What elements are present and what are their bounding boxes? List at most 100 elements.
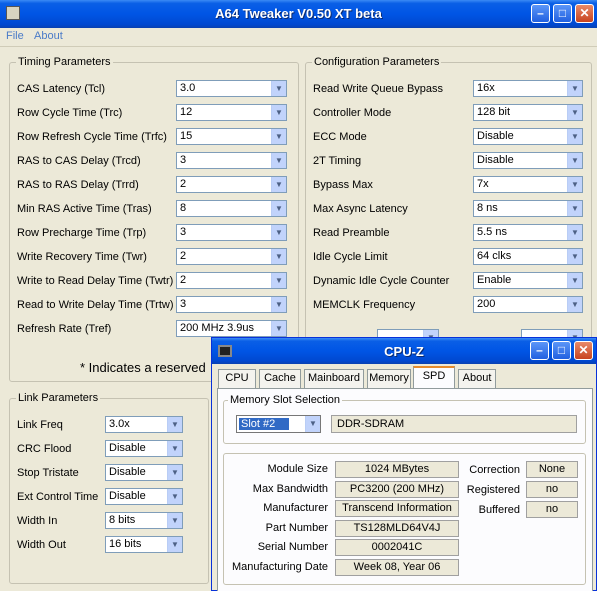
timing-select[interactable]: 15 ▼ bbox=[176, 128, 287, 145]
link-select[interactable]: 3.0x ▼ bbox=[105, 416, 183, 433]
timing-select-value: 200 MHz 3.9us bbox=[180, 322, 254, 334]
chevron-down-icon: ▼ bbox=[305, 416, 320, 432]
timing-select[interactable]: 2 ▼ bbox=[176, 272, 287, 289]
tab-about[interactable]: About bbox=[458, 369, 496, 388]
chevron-down-icon: ▼ bbox=[271, 177, 286, 192]
cpuz-minimize-button[interactable]: – bbox=[530, 341, 549, 360]
config-select[interactable]: Disable ▼ bbox=[473, 152, 583, 169]
chevron-down-icon: ▼ bbox=[567, 81, 582, 96]
chevron-down-icon: ▼ bbox=[271, 129, 286, 144]
chevron-down-icon: ▼ bbox=[271, 225, 286, 240]
tab-cpu[interactable]: CPU bbox=[218, 369, 256, 388]
chevron-down-icon: ▼ bbox=[271, 105, 286, 120]
config-select-value: 128 bit bbox=[477, 106, 511, 118]
timing-select[interactable]: 3 ▼ bbox=[176, 152, 287, 169]
timing-label: Write Recovery Time (Twr) bbox=[17, 251, 147, 263]
timing-select[interactable]: 3 ▼ bbox=[176, 296, 287, 313]
link-label: Width Out bbox=[17, 539, 66, 551]
config-select-value: 7x bbox=[477, 178, 489, 190]
link-parameters-legend: Link Parameters bbox=[16, 392, 101, 404]
spd-field-label: Max Bandwidth bbox=[252, 482, 328, 495]
tab-cache[interactable]: Cache bbox=[259, 369, 301, 388]
spd-field-value: PC3200 (200 MHz) bbox=[335, 480, 459, 498]
link-select[interactable]: Disable ▼ bbox=[105, 440, 183, 457]
timing-parameters-legend: Timing Parameters bbox=[16, 56, 113, 68]
chevron-down-icon: ▼ bbox=[167, 537, 182, 552]
config-select[interactable]: Enable ▼ bbox=[473, 272, 583, 289]
config-select[interactable]: 8 ns ▼ bbox=[473, 200, 583, 217]
timing-select[interactable]: 3 ▼ bbox=[176, 224, 287, 241]
chevron-down-icon: ▼ bbox=[271, 81, 286, 96]
timing-select[interactable]: 2 ▼ bbox=[176, 248, 287, 265]
tab-memory[interactable]: Memory bbox=[367, 369, 411, 388]
spd-field-value: 1024 MBytes bbox=[335, 461, 459, 478]
config-select[interactable]: Disable ▼ bbox=[473, 128, 583, 145]
tab-spd[interactable]: SPD bbox=[413, 366, 455, 389]
memory-slot-legend: Memory Slot Selection bbox=[228, 394, 343, 406]
config-select[interactable]: 16x ▼ bbox=[473, 80, 583, 97]
config-select-value: 8 ns bbox=[477, 202, 498, 214]
cpuz-close-button[interactable]: ✕ bbox=[574, 341, 593, 360]
spd-side-value: None bbox=[526, 461, 578, 478]
minimize-button[interactable]: – bbox=[531, 4, 550, 23]
link-select[interactable]: 8 bits ▼ bbox=[105, 512, 183, 529]
config-select-value: Disable bbox=[477, 154, 514, 166]
chevron-down-icon: ▼ bbox=[167, 489, 182, 504]
link-select[interactable]: Disable ▼ bbox=[105, 464, 183, 481]
config-select[interactable]: 7x ▼ bbox=[473, 176, 583, 193]
timing-label: RAS to CAS Delay (Trcd) bbox=[17, 155, 141, 167]
timing-select-value: 3.0 bbox=[180, 82, 196, 94]
slot-select[interactable]: Slot #2 ▼ bbox=[236, 415, 321, 433]
link-select[interactable]: 16 bits ▼ bbox=[105, 536, 183, 553]
cpuz-maximize-button[interactable]: □ bbox=[552, 341, 571, 360]
config-select-value: Disable bbox=[477, 130, 514, 142]
timing-select-value: 2 bbox=[180, 274, 187, 286]
spd-field-label: Serial Number bbox=[257, 541, 328, 553]
timing-label: Read to Write Delay Time (Trtw) bbox=[17, 299, 174, 311]
timing-select-value: 8 bbox=[180, 202, 187, 214]
timing-label: Row Refresh Cycle Time (Trfc) bbox=[17, 131, 167, 143]
timing-select[interactable]: 2 ▼ bbox=[176, 176, 287, 193]
spd-side-value: no bbox=[526, 481, 578, 498]
reserved-note: * Indicates a reserved bbox=[80, 360, 206, 375]
timing-select-value: 12 bbox=[180, 106, 193, 118]
maximize-button[interactable]: □ bbox=[553, 4, 572, 23]
menu-file[interactable]: File bbox=[6, 30, 24, 42]
tweaker-title-bar[interactable]: A64 Tweaker V0.50 XT beta – □ ✕ bbox=[0, 0, 597, 28]
spd-field-value: TS128MLD64V4J bbox=[335, 519, 459, 537]
chevron-down-icon: ▼ bbox=[167, 417, 182, 432]
config-select-value: 16x bbox=[477, 82, 495, 94]
config-select[interactable]: 200 ▼ bbox=[473, 296, 583, 313]
spd-field-label: Part Number bbox=[265, 521, 328, 534]
timing-select[interactable]: 200 MHz 3.9us ▼ bbox=[176, 320, 287, 337]
spd-field-value: 0002041C bbox=[335, 539, 459, 556]
spd-side-value: no bbox=[526, 501, 578, 518]
spd-side-label: Buffered bbox=[478, 504, 520, 516]
config-select[interactable]: 128 bit ▼ bbox=[473, 104, 583, 121]
memory-type-field: DDR-SDRAM bbox=[331, 415, 577, 433]
config-select[interactable]: 5.5 ns ▼ bbox=[473, 224, 583, 241]
config-label: 2T Timing bbox=[313, 155, 362, 167]
tab-mainboard[interactable]: Mainboard bbox=[304, 369, 364, 388]
chevron-down-icon: ▼ bbox=[567, 249, 582, 264]
config-label: MEMCLK Frequency bbox=[313, 299, 416, 311]
config-label: Controller Mode bbox=[313, 107, 392, 119]
close-button[interactable]: ✕ bbox=[575, 4, 594, 23]
link-label: Width In bbox=[17, 515, 58, 527]
config-label: Idle Cycle Limit bbox=[313, 251, 388, 263]
timing-select[interactable]: 12 ▼ bbox=[176, 104, 287, 121]
timing-label: RAS to RAS Delay (Trrd) bbox=[17, 179, 139, 191]
timing-select[interactable]: 8 ▼ bbox=[176, 200, 287, 217]
cpuz-title-bar[interactable]: CPU-Z – □ ✕ bbox=[212, 338, 596, 364]
timing-select-value: 15 bbox=[180, 130, 193, 142]
chevron-down-icon: ▼ bbox=[271, 273, 286, 288]
link-select-value: Disable bbox=[109, 442, 146, 454]
config-label: Dynamic Idle Cycle Counter bbox=[313, 275, 450, 287]
config-label: ECC Mode bbox=[313, 131, 367, 143]
config-select[interactable]: 64 clks ▼ bbox=[473, 248, 583, 265]
timing-select-value: 2 bbox=[180, 178, 187, 190]
menu-about[interactable]: About bbox=[34, 30, 63, 42]
timing-select[interactable]: 3.0 ▼ bbox=[176, 80, 287, 97]
window-title: A64 Tweaker V0.50 XT beta bbox=[215, 6, 382, 21]
link-select[interactable]: Disable ▼ bbox=[105, 488, 183, 505]
